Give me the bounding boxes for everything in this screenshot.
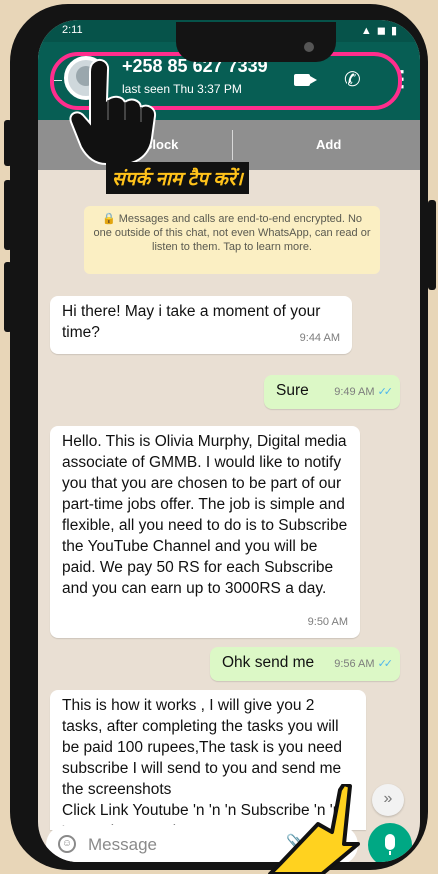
message-time: 9:50 AM [307, 616, 348, 628]
status-icons: ▲ ◼ ▮ [360, 25, 398, 37]
camera-notch [176, 22, 336, 62]
read-receipt-icon: ✓✓ [377, 386, 394, 398]
message-bubble-outgoing[interactable]: Ohk send me 9:56 AM ✓✓ [210, 647, 400, 681]
yellow-pointer-arrow-icon [268, 784, 360, 874]
side-button-right [428, 200, 436, 290]
message-bubble-incoming[interactable]: Hello. This is Olivia Murphy, Digital me… [50, 426, 360, 638]
pointing-hand-icon [69, 59, 157, 165]
message-time-value: 9:49 AM [334, 386, 375, 398]
emoji-icon[interactable]: ☺ [58, 835, 76, 853]
message-time-value: 9:56 AM [334, 658, 375, 670]
status-time: 2:11 [62, 24, 83, 36]
front-camera [304, 42, 314, 52]
message-bubble-outgoing[interactable]: Sure 9:49 AM ✓✓ [264, 375, 400, 409]
add-contact-button[interactable]: Add [316, 137, 341, 152]
message-bubble-incoming[interactable]: Hi there! May i take a moment of your ti… [50, 296, 352, 354]
message-time: 9:44 AM [299, 332, 340, 344]
action-divider [232, 130, 233, 160]
message-time: 9:49 AM ✓✓ [334, 382, 394, 403]
read-receipt-icon: ✓✓ [377, 658, 394, 670]
message-time: 9:56 AM ✓✓ [334, 654, 394, 675]
encryption-notice[interactable]: 🔒 Messages and calls are end-to-end encr… [84, 206, 380, 274]
message-text: Hello. This is Olivia Murphy, Digital me… [62, 433, 348, 597]
phone-screen: 2:11 ▲ ◼ ▮ ← +258 85 627 7339 last seen … [38, 20, 420, 862]
instruction-label: संपर्क नाम टैप करें। [106, 162, 249, 194]
phone-frame: 2:11 ▲ ◼ ▮ ← +258 85 627 7339 last seen … [10, 4, 428, 870]
chat-area: 🔒 Messages and calls are end-to-end encr… [38, 170, 420, 830]
